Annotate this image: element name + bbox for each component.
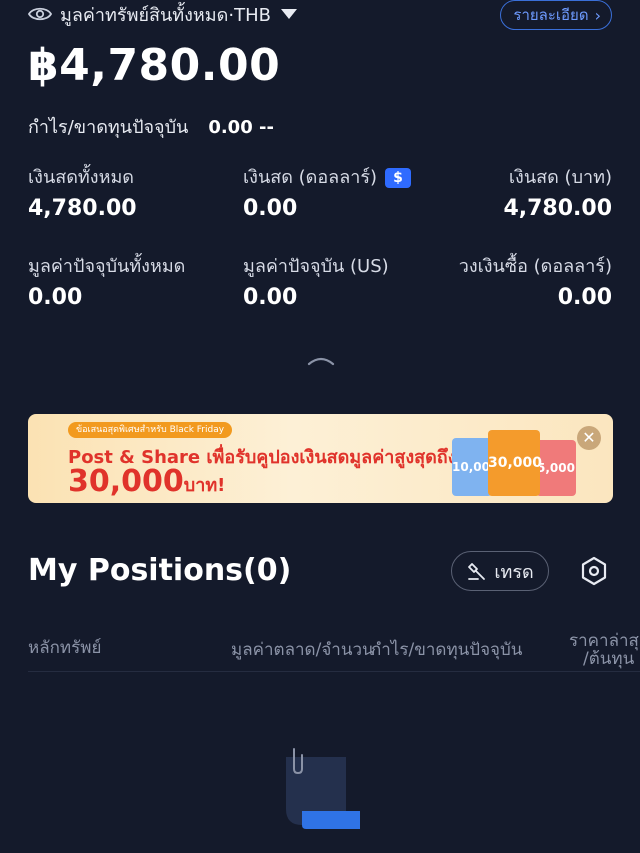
- coupon-card: 5,000: [536, 440, 576, 496]
- collapse-handle-icon[interactable]: [307, 356, 335, 366]
- buying-power-label: วงเงินซื้อ (ดอลลาร์): [458, 256, 612, 277]
- total-cash-label: เงินสดทั้งหมด: [28, 167, 134, 188]
- total-balance: ฿4,780.00: [28, 40, 281, 91]
- cash-thb-label: เงินสด (บาท): [508, 167, 612, 188]
- column-header-pl: กำไร/ขาดทุนปัจจุบัน: [371, 640, 523, 660]
- details-label: รายละเอียด: [513, 6, 589, 24]
- banner-tag: ข้อเสนอสุดพิเศษสำหรับ Black Friday: [68, 422, 233, 438]
- banner-unit: บาท!: [183, 475, 226, 496]
- market-us-value: 0.00: [243, 285, 298, 310]
- banner-amount: 30,000: [68, 464, 184, 499]
- table-divider: [28, 671, 640, 672]
- buying-power-value: 0.00: [557, 285, 612, 310]
- caret-down-icon: [280, 9, 297, 19]
- chevron-right-icon: ›: [594, 5, 601, 25]
- banner-amount-line: 30,000บาท!: [68, 464, 225, 499]
- trade-label: เทรด: [494, 561, 534, 583]
- empty-document-icon: [286, 748, 360, 829]
- gavel-icon: [468, 563, 486, 580]
- details-button[interactable]: รายละเอียด ›: [500, 0, 612, 30]
- settings-hexagon-icon[interactable]: [580, 556, 608, 586]
- cash-usd-label-group: เงินสด (ดอลลาร์) $: [243, 162, 412, 191]
- promo-banner[interactable]: ข้อเสนอสุดพิเศษสำหรับ Black Friday Post …: [28, 414, 613, 503]
- cash-usd-label: เงินสด (ดอลลาร์): [243, 167, 378, 188]
- market-total-value: 0.00: [28, 285, 83, 310]
- pl-value: 0.00 --: [208, 117, 274, 138]
- coupon-card: 30,000: [488, 430, 542, 496]
- close-icon[interactable]: ✕: [577, 426, 601, 450]
- column-header-security: หลักทรัพย์: [28, 638, 102, 658]
- usd-badge-icon: $: [385, 168, 412, 188]
- cash-thb-value: 4,780.00: [503, 196, 612, 221]
- coupon-card: 10,000: [452, 438, 498, 496]
- column-header-cost: /ต้นทุน: [583, 649, 635, 669]
- asset-selector-label: มูลค่าทรัพย์สินทั้งหมด·THB: [60, 4, 271, 26]
- column-header-market-value: มูลค่าตลาด/จำนวน: [231, 640, 374, 660]
- positions-title: My Positions(0): [28, 553, 292, 588]
- pl-row: กำไร/ขาดทุนปัจจุบัน 0.00 --: [28, 112, 274, 141]
- total-cash-value: 4,780.00: [28, 196, 137, 221]
- eye-icon[interactable]: [28, 6, 52, 22]
- market-us-label: มูลค่าปัจจุบัน (US): [243, 256, 389, 277]
- pl-label: กำไร/ขาดทุนปัจจุบัน: [28, 117, 189, 138]
- cash-usd-value: 0.00: [243, 196, 298, 221]
- market-total-label: มูลค่าปัจจุบันทั้งหมด: [28, 256, 186, 277]
- asset-selector[interactable]: มูลค่าทรัพย์สินทั้งหมด·THB: [28, 0, 297, 28]
- trade-button[interactable]: เทรด: [451, 551, 549, 591]
